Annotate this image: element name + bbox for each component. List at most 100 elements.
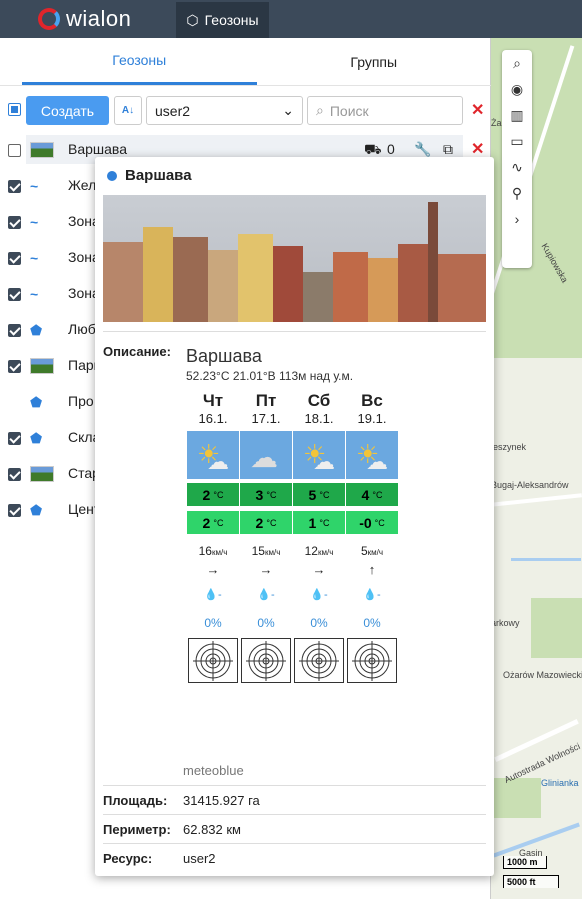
geofence-photo <box>103 195 486 322</box>
row-checkbox[interactable] <box>8 504 21 517</box>
nav-tab-geofences[interactable]: ⬡ Геозоны <box>176 2 269 38</box>
resource-label: Ресурс: <box>103 851 153 866</box>
temp-low: -0 °C <box>346 511 398 534</box>
row-checkbox[interactable] <box>8 432 21 445</box>
wind-rose-icon <box>294 638 344 683</box>
pins-icon[interactable]: ⚲ <box>502 180 532 206</box>
divider <box>103 785 486 786</box>
create-button[interactable]: Создать <box>26 96 109 125</box>
search-icon: ⌕ <box>316 102 324 118</box>
divider <box>103 843 486 844</box>
temp-high: 3 °C <box>240 483 292 506</box>
photo-building <box>103 242 143 322</box>
select-all-checkbox[interactable] <box>8 103 21 116</box>
wind-arrow-icon: → <box>206 562 220 577</box>
chevron-right-icon[interactable]: › <box>502 206 532 232</box>
cloudy-icon: ☁ <box>240 431 292 479</box>
line-icon: ~ <box>30 178 39 194</box>
copy-icon[interactable]: ⧉ <box>443 141 453 158</box>
sort-button[interactable]: A↓ <box>114 96 142 125</box>
geofence-icon: ⬡ <box>186 11 199 28</box>
thumb-icon <box>30 142 54 158</box>
precip-probability: 0% <box>363 616 381 630</box>
map-layers-icon[interactable]: ▥ <box>502 102 532 128</box>
search-placeholder: Поиск <box>329 102 369 119</box>
search-input[interactable]: ⌕ Поиск <box>307 96 463 125</box>
row-checkbox[interactable] <box>8 360 21 373</box>
tooltip-title-text: Варшава <box>125 167 192 184</box>
wind-rose-icon <box>241 638 291 683</box>
status-dot-icon <box>107 170 117 181</box>
visibility-eye-icon[interactable]: ◉ <box>502 76 532 102</box>
row-checkbox[interactable] <box>8 288 21 301</box>
panel-tabs: Геозоны Группы <box>22 38 491 85</box>
photo-building <box>238 234 273 322</box>
precip-probability: 0% <box>257 616 275 630</box>
wind-rose-icon <box>188 638 238 683</box>
wind-speed: 16км/ч <box>198 544 228 558</box>
resource-select[interactable]: user2 ⌄ <box>146 96 303 125</box>
resource-select-value: user2 <box>155 102 191 119</box>
panel-toolbar: Создать A↓ user2 ⌄ ⌕ Поиск ✕ <box>0 94 491 126</box>
delete-icon[interactable]: ✕ <box>471 139 484 159</box>
row-name: Варшава <box>68 141 127 157</box>
tab-geofences[interactable]: Геозоны <box>22 38 257 85</box>
weather-city: Варшава <box>186 346 262 366</box>
row-checkbox[interactable] <box>8 216 21 229</box>
map-toolbar: ⌕ ◉ ▥ ▭ ∿ ⚲ › <box>502 50 532 268</box>
tooltip-title: Варшава <box>107 167 192 184</box>
line-icon: ~ <box>30 250 39 266</box>
resource-value: user2 <box>183 851 216 866</box>
map-search-icon[interactable]: ⌕ <box>502 50 532 76</box>
photo-building <box>208 250 238 322</box>
precip-probability: 0% <box>204 616 222 630</box>
partly-cloudy-icon: ☀ ☁ <box>187 431 239 479</box>
top-bar: wialon ⬡ Геозоны <box>0 0 582 38</box>
divider <box>103 814 486 815</box>
weather-source[interactable]: meteoblue <box>183 763 244 778</box>
logo-icon <box>38 8 60 30</box>
park-area <box>531 598 582 658</box>
unit-count: 0 <box>387 141 395 157</box>
row-checkbox[interactable] <box>8 252 21 265</box>
photo-building <box>173 237 208 322</box>
wind-speed: 15км/ч <box>251 544 281 558</box>
row-checkbox[interactable] <box>8 144 21 157</box>
map-label: Ożarów Mazowiecki <box>503 670 582 680</box>
tabs-divider <box>0 85 491 86</box>
precipitation: 💧- <box>204 589 222 601</box>
divider <box>103 331 486 332</box>
chevron-down-icon: ⌄ <box>282 102 294 118</box>
wind-arrow-icon: → <box>259 562 273 577</box>
row-checkbox[interactable] <box>8 324 21 337</box>
photo-tower <box>428 202 438 322</box>
perimeter-label: Периметр: <box>103 822 171 837</box>
map-label: Glinianka <box>541 778 579 788</box>
temp-low: 2 °C <box>187 511 239 534</box>
map-label: arkowy <box>491 618 520 628</box>
wrench-icon[interactable]: 🔧 <box>414 141 431 158</box>
photo-building <box>273 246 303 322</box>
wialon-logo[interactable]: wialon <box>38 6 131 32</box>
row-name: Жел <box>68 177 97 193</box>
clear-filter-icon[interactable]: ✕ <box>471 100 484 120</box>
line-icon: ~ <box>30 214 39 230</box>
geofence-tooltip: Варшава Описание: Варшава 52.23°С 21.01°… <box>95 157 494 876</box>
tab-groups[interactable]: Группы <box>257 38 492 85</box>
scale-metric: 1000 m <box>503 856 547 869</box>
brand-name: wialon <box>66 6 132 31</box>
route-icon[interactable]: ∿ <box>502 154 532 180</box>
ruler-icon[interactable]: ▭ <box>502 128 532 154</box>
scale-imperial: 5000 ft <box>503 875 559 888</box>
precipitation: 💧- <box>310 589 328 601</box>
temp-low: 2 °C <box>240 511 292 534</box>
row-checkbox[interactable] <box>8 468 21 481</box>
temp-high: 2 °C <box>187 483 239 506</box>
row-checkbox[interactable] <box>8 180 21 193</box>
partly-cloudy-icon: ☀ ☁ <box>293 431 345 479</box>
precip-probability: 0% <box>310 616 328 630</box>
row-name: Про <box>68 393 94 409</box>
weather-coords: 52.23°С 21.01°В 113м над у.м. <box>186 369 354 383</box>
photo-building <box>368 258 398 322</box>
photo-building <box>143 227 173 322</box>
